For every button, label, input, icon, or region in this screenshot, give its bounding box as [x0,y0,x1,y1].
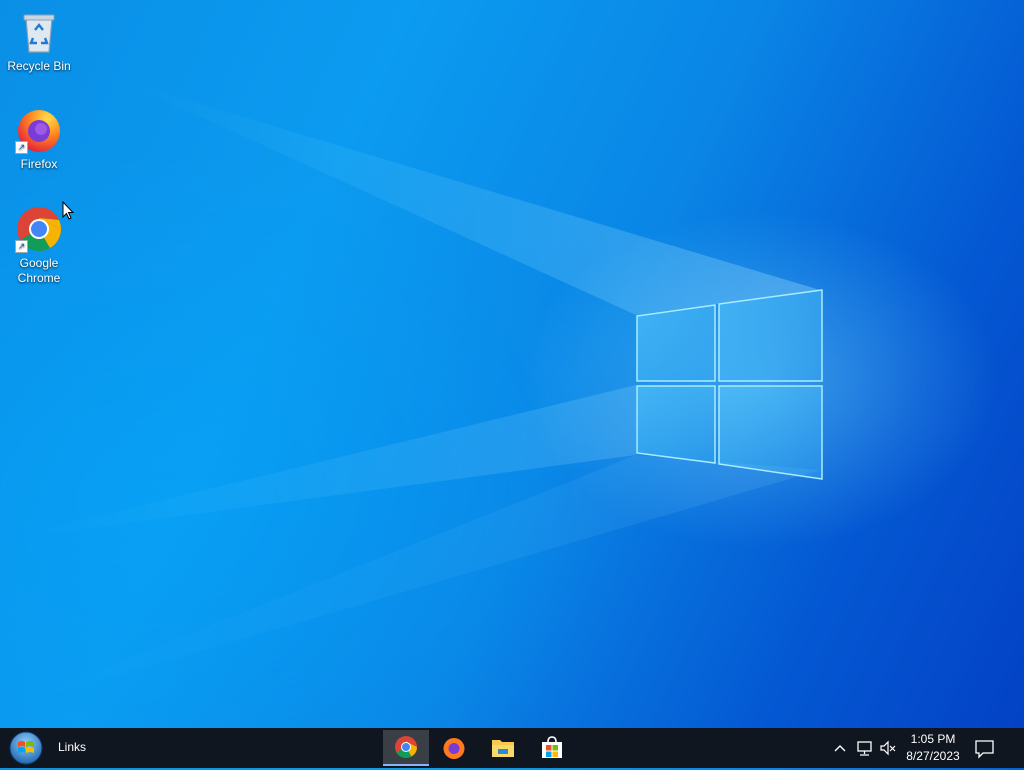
shortcut-arrow-icon: ↗ [15,141,28,154]
volume-button[interactable] [879,738,897,758]
firefox-icon: ↗ [15,106,63,154]
wallpaper [0,80,823,710]
firefox-icon [443,738,465,759]
start-button[interactable] [8,731,44,765]
volume-muted-icon [880,740,896,756]
desktop-icon-label: Recycle Bin [7,59,71,73]
desktop-icon-recycle-bin[interactable]: Recycle Bin [2,8,76,74]
desktop-icon-label: Google Chrome [17,256,61,285]
action-center-button[interactable] [974,736,996,760]
taskbar-store-button[interactable] [529,730,575,766]
taskbar-clock[interactable]: 1:05 PM 8/27/2023 [900,731,966,765]
windows-logo [636,289,823,480]
taskbar-firefox-button[interactable] [431,730,477,766]
chevron-up-icon [834,745,846,752]
network-icon [857,741,872,756]
recycle-bin-icon [15,8,63,56]
notification-icon [975,740,994,759]
network-button[interactable] [856,738,874,758]
shortcut-arrow-icon: ↗ [15,240,28,253]
desktop-icon-label: Firefox [20,157,58,171]
taskbar-chrome-button[interactable] [383,730,429,766]
store-icon [542,736,562,758]
desktop-icon-firefox[interactable]: ↗ Firefox [2,106,76,172]
show-hidden-icons-button[interactable] [832,738,850,758]
mouse-cursor-icon [62,201,74,220]
clock-date: 8/27/2023 [906,749,960,763]
windows-start-orb-icon [9,731,43,765]
clock-time: 1:05 PM [910,732,956,746]
taskbar: Links 1:05 PM 8/27/2023 [0,728,1024,768]
chrome-icon [395,736,417,758]
taskbar-file-explorer-button[interactable] [480,730,526,766]
folder-icon [492,740,514,757]
chrome-icon: ↗ [15,205,63,253]
links-toolbar[interactable]: Links [58,740,86,754]
